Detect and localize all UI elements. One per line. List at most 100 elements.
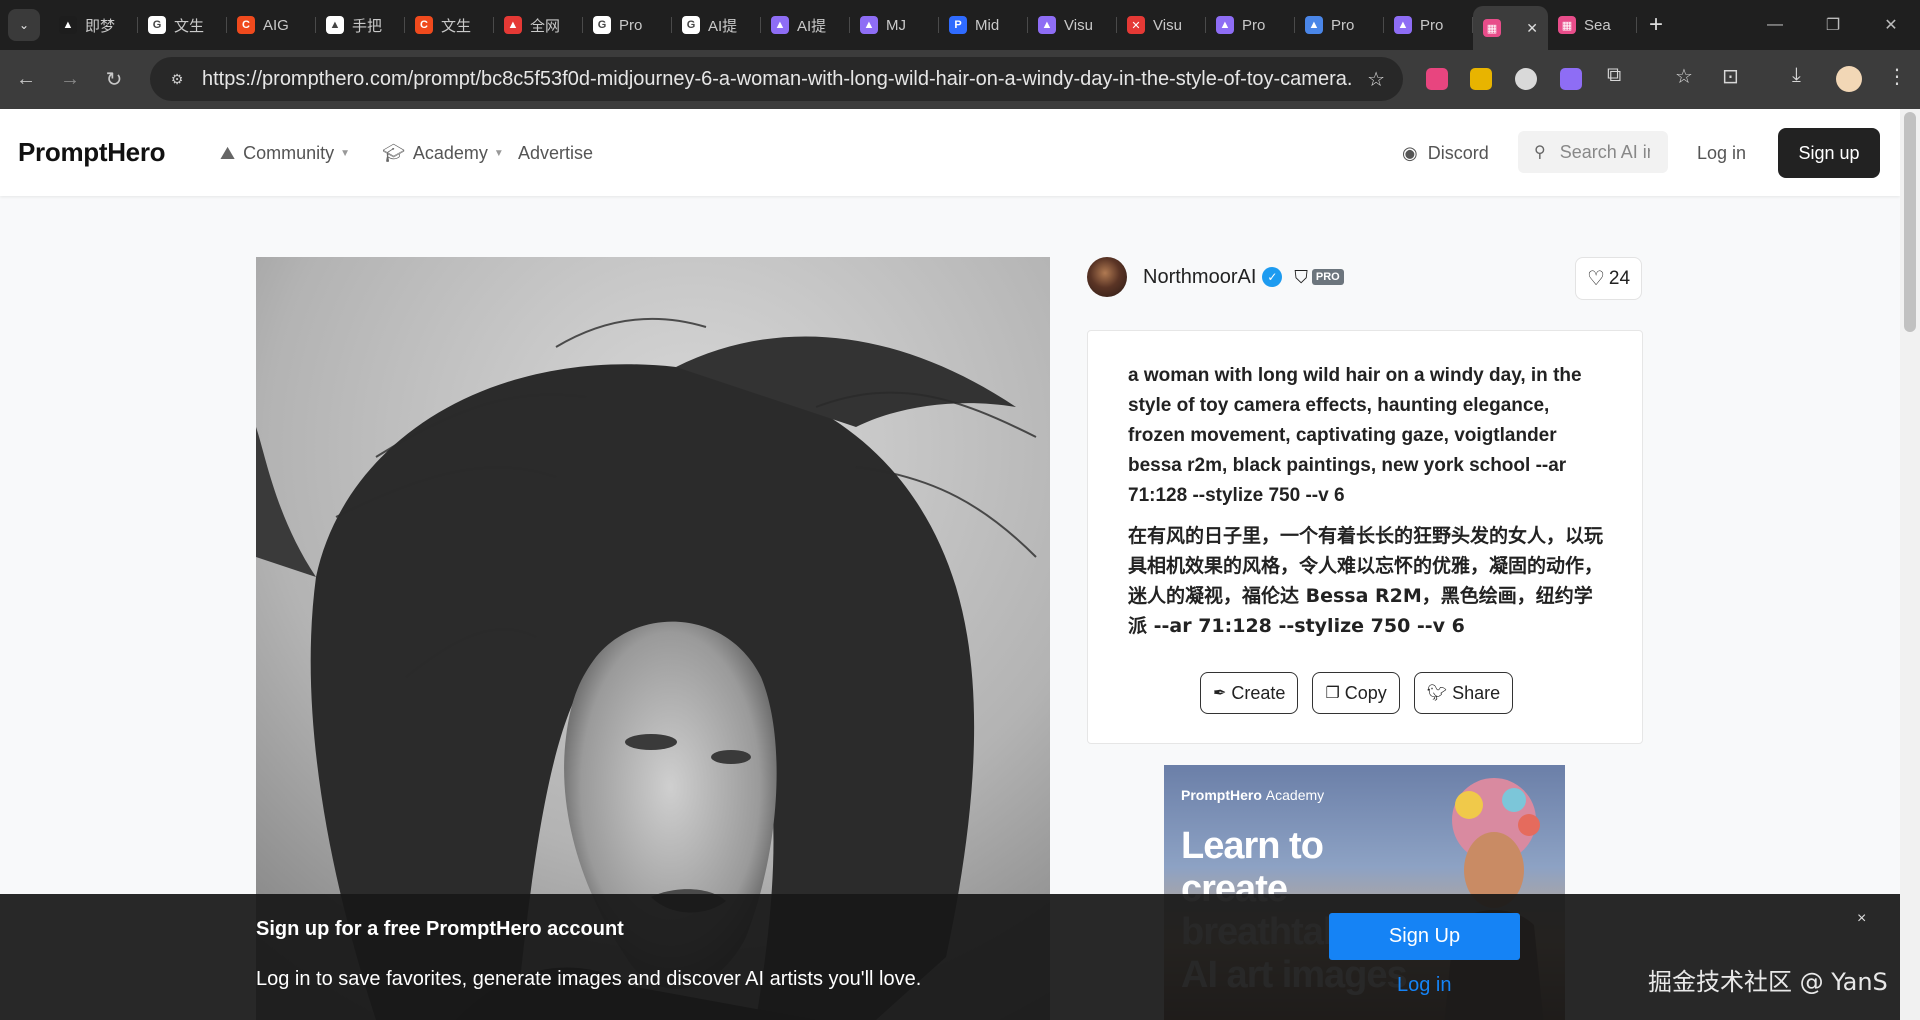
close-window-icon[interactable]: ✕ bbox=[1862, 15, 1920, 35]
tab-title: 全网 bbox=[530, 17, 561, 35]
browser-tab[interactable]: C 文生 bbox=[405, 5, 494, 45]
reload-icon[interactable]: ↻ bbox=[96, 67, 132, 92]
prompt-actions: ✒ Create ❐ Copy 🐦︎ Share bbox=[1200, 672, 1514, 714]
prompt-logo-icon: ▲ bbox=[860, 16, 878, 34]
ad-brand: PromptHero Academy bbox=[1181, 787, 1324, 803]
watermark: 掘金技术社区 @ YanS bbox=[1648, 968, 1888, 996]
share-label: Share bbox=[1452, 682, 1501, 703]
banner-text: Log in to save favorites, generate image… bbox=[256, 968, 922, 990]
discord-link[interactable]: ◉ Discord bbox=[1402, 143, 1489, 164]
tab-title: AI提 bbox=[797, 17, 827, 35]
bookmarks-icon[interactable]: ☆ bbox=[1675, 64, 1693, 89]
site-header: PromptHero ⛰ Community ▼ 🎓︎ Academy ▼ Ad… bbox=[0, 109, 1900, 196]
nav-advertise[interactable]: Advertise bbox=[518, 143, 593, 164]
browser-tab[interactable]: ▲ Pro bbox=[1295, 5, 1384, 45]
author-name[interactable]: NorthmoorAI bbox=[1143, 266, 1256, 289]
tab-title: Sea bbox=[1584, 16, 1611, 34]
zhi-icon: ▲ bbox=[504, 16, 522, 34]
extensions-puzzle-icon[interactable]: ⧉ bbox=[1607, 64, 1621, 87]
screenshot-icon[interactable]: ⊡ bbox=[1722, 64, 1739, 89]
tab-title: 文生 bbox=[174, 17, 205, 35]
minimize-icon[interactable]: — bbox=[1746, 16, 1804, 34]
feather-icon: ✒ bbox=[1213, 685, 1227, 702]
browser-tab[interactable]: C AIG bbox=[227, 5, 316, 45]
graduation-cap-icon: 🎓︎ bbox=[382, 143, 405, 163]
banner-login-link[interactable]: Log in bbox=[1397, 974, 1452, 997]
signup-button[interactable]: Sign up bbox=[1778, 128, 1880, 178]
prompt-logo-icon: ▲ bbox=[1394, 16, 1412, 34]
browser-tab[interactable]: ▲ 手把 bbox=[316, 5, 405, 45]
browser-tab[interactable]: ▲ 即梦 bbox=[49, 5, 138, 45]
browser-tab[interactable]: ▲ Pro bbox=[1384, 5, 1473, 45]
browser-tab[interactable]: ▲ MJ bbox=[850, 5, 939, 45]
back-icon[interactable]: ← bbox=[8, 68, 44, 91]
search-input[interactable] bbox=[1559, 141, 1650, 163]
prompthero-icon: ▦ bbox=[1483, 19, 1501, 37]
browser-tab[interactable]: ▲ AI提 bbox=[761, 5, 850, 45]
copy-button[interactable]: ❐ Copy bbox=[1312, 672, 1400, 714]
new-tab-button[interactable]: + bbox=[1649, 11, 1663, 39]
tab-search[interactable]: ▦ Sea bbox=[1548, 5, 1637, 45]
site-info-icon[interactable]: ⚙ bbox=[160, 71, 194, 88]
browser-tab[interactable]: ▲ Pro bbox=[1206, 5, 1295, 45]
extension-cat-icon[interactable] bbox=[1470, 68, 1492, 90]
like-button[interactable]: ♡ 24 bbox=[1575, 257, 1642, 300]
nav-community[interactable]: ⛰ Community ▼ bbox=[220, 143, 350, 164]
tab-title: Mid bbox=[975, 16, 1000, 34]
ad-brand-sub: Academy bbox=[1265, 787, 1325, 803]
extension-crystal-icon[interactable] bbox=[1560, 68, 1582, 90]
browser-tab[interactable]: G AI提 bbox=[672, 5, 761, 45]
twitter-icon: 🐦︎ bbox=[1426, 685, 1448, 702]
scrollbar-thumb[interactable] bbox=[1904, 112, 1916, 332]
browser-tab[interactable]: P Mid bbox=[939, 5, 1028, 45]
forward-icon[interactable]: → bbox=[52, 68, 88, 91]
google-icon: G bbox=[593, 16, 611, 34]
signup-banner: Sign up for a free PromptHero account Lo… bbox=[0, 894, 1900, 1020]
tab-title: Pro bbox=[1420, 16, 1444, 34]
tab-title: 即梦 bbox=[85, 17, 116, 35]
verified-badge-icon: ✓ bbox=[1262, 267, 1283, 287]
nav-academy[interactable]: 🎓︎ Academy ▼ bbox=[382, 143, 504, 164]
search-box[interactable]: ⚲ bbox=[1518, 131, 1668, 173]
tab-title: Visu bbox=[1064, 16, 1093, 34]
c-brand-icon: C bbox=[415, 16, 433, 34]
browser-toolbar: ← → ↻ ⚙ https://prompthero.com/prompt/bc… bbox=[0, 50, 1920, 109]
download-icon[interactable]: ⤓ bbox=[1792, 64, 1801, 87]
site-logo[interactable]: PromptHero bbox=[18, 137, 166, 168]
more-menu-icon[interactable]: ⋮ bbox=[1887, 64, 1907, 89]
tab-search-button[interactable]: ⌄ bbox=[8, 9, 40, 41]
restore-icon[interactable]: ❐ bbox=[1804, 15, 1862, 35]
close-tab-icon[interactable]: ✕ bbox=[1526, 20, 1538, 37]
browser-tab[interactable]: ✕ Visu bbox=[1117, 5, 1206, 45]
prompt-text-en: a woman with long wild hair on a windy d… bbox=[1128, 365, 1582, 506]
globe-icon: ▲ bbox=[1305, 16, 1323, 34]
banner-title: Sign up for a free PromptHero account bbox=[256, 918, 624, 940]
browser-tab[interactable]: G 文生 bbox=[138, 5, 227, 45]
browser-tab[interactable]: ▲ 全网 bbox=[494, 5, 583, 45]
extension-avatar-icon[interactable] bbox=[1515, 68, 1537, 90]
author-avatar[interactable] bbox=[1087, 257, 1127, 297]
aliyun-icon: ▲ bbox=[326, 16, 344, 34]
login-link[interactable]: Log in bbox=[1697, 143, 1746, 164]
url-text[interactable]: https://prompthero.com/prompt/bc8c5f53f0… bbox=[202, 68, 1352, 91]
bookmark-star-icon[interactable]: ☆ bbox=[1367, 67, 1385, 92]
banner-close-icon[interactable]: × bbox=[1857, 910, 1866, 928]
p-brand-icon: P bbox=[949, 16, 967, 34]
page-scrollbar[interactable] bbox=[1900, 109, 1920, 1020]
tab-active[interactable]: ▦ ✕ bbox=[1473, 6, 1548, 50]
browser-tab[interactable]: ▲ Visu bbox=[1028, 5, 1117, 45]
share-button[interactable]: 🐦︎ Share bbox=[1413, 672, 1514, 714]
address-bar[interactable]: ⚙ https://prompthero.com/prompt/bc8c5f53… bbox=[150, 57, 1403, 101]
tab-title: MJ bbox=[886, 16, 906, 34]
create-button[interactable]: ✒ Create bbox=[1200, 672, 1299, 714]
search-icon: ⚲ bbox=[1534, 144, 1546, 161]
shield-icon: ⛉ bbox=[1294, 266, 1308, 287]
tab-title: 手把 bbox=[352, 17, 383, 35]
browser-tab[interactable]: G Pro bbox=[583, 5, 672, 45]
profile-avatar[interactable] bbox=[1836, 66, 1862, 92]
nav-community-label: Community bbox=[243, 143, 335, 163]
window-controls: — ❐ ✕ bbox=[1746, 0, 1920, 50]
banner-signup-button[interactable]: Sign Up bbox=[1329, 913, 1520, 960]
extension-translate-icon[interactable] bbox=[1426, 68, 1448, 90]
pro-badge: PRO bbox=[1311, 269, 1344, 285]
